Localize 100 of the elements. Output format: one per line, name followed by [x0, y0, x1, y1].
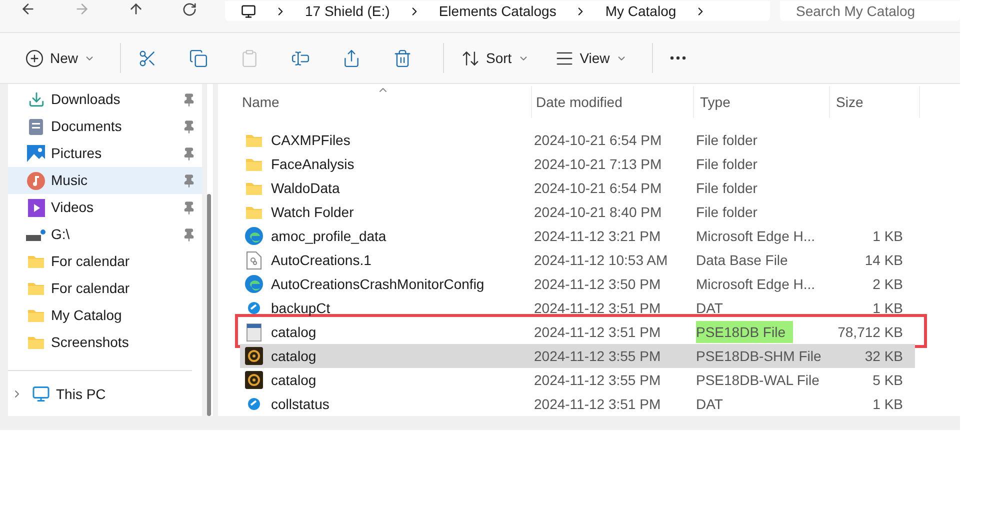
file-row[interactable]: catalog 2024-11-12 3:55 PM PSE18DB-WAL File 5 KB: [240, 368, 915, 392]
file-icon: [245, 322, 263, 342]
date-cell: 2024-11-12 3:55 PM: [534, 372, 661, 388]
date-cell: 2024-11-12 3:21 PM: [534, 228, 661, 244]
sidebar-item[interactable]: For calendar: [8, 248, 202, 275]
breadcrumb-item[interactable]: Elements Catalogs: [438, 0, 556, 22]
file-row[interactable]: backupCt 2024-11-12 3:51 PM DAT 1 KB: [240, 296, 915, 320]
back-icon[interactable]: [20, 1, 36, 17]
file-name: collstatus: [271, 394, 330, 414]
sidebar-item[interactable]: Documents: [8, 113, 202, 140]
file-row[interactable]: AutoCreations.1 2024-11-12 10:53 AM Data Base File 14 KB: [240, 248, 915, 272]
sidebar-item[interactable]: My Catalog: [8, 302, 202, 329]
edge-icon: [245, 275, 263, 293]
view-button[interactable]: View: [546, 41, 636, 75]
video-icon: [28, 198, 44, 216]
plus-circle-icon: [25, 48, 44, 68]
sidebar-item[interactable]: Pictures: [8, 140, 202, 167]
size-cell: 32 KB: [864, 348, 903, 364]
sidebar-item[interactable]: For calendar: [8, 275, 202, 302]
dots-icon: [670, 56, 686, 60]
type-cell-text: Microsoft Edge H...: [696, 226, 816, 246]
file-row[interactable]: AutoCreationsCrashMonitorConfig 2024-11-12 3:50 PM Microsoft Edge H... 2 KB: [240, 272, 915, 296]
type-cell-text: File folder: [696, 202, 758, 222]
file-row[interactable]: catalog 2024-11-12 3:55 PM PSE18DB-SHM File 32 KB: [240, 344, 915, 368]
sidebar-label: Pictures: [51, 144, 103, 163]
clipboard-icon: [240, 48, 260, 68]
file-row[interactable]: Watch Folder 2024-10-21 8:40 PM File folder: [240, 200, 915, 224]
file-name: amoc_profile_data: [271, 226, 386, 246]
sidebar-label: Documents: [51, 117, 123, 136]
sort-button[interactable]: Sort: [452, 41, 538, 75]
file-name: backupCt: [271, 298, 330, 318]
folder-icon: [245, 132, 263, 148]
file-row[interactable]: FaceAnalysis 2024-10-21 7:13 PM File folder: [240, 152, 915, 176]
column-header[interactable]: Date modified: [536, 92, 622, 112]
sidebar-label: Videos: [51, 198, 95, 217]
sidebar-label: My Catalog: [51, 306, 123, 325]
file-row[interactable]: WaldoData 2024-10-21 6:54 PM File folder: [240, 176, 915, 200]
type-cell-text: DAT: [696, 298, 723, 318]
type-cell-text: PSE18DB-SHM File: [696, 346, 822, 366]
sidebar-item[interactable]: Music: [8, 167, 202, 194]
folder-icon: [245, 156, 263, 172]
file-row[interactable]: amoc_profile_data 2024-11-12 3:21 PM Microsoft Edge H... 1 KB: [240, 224, 915, 248]
date-cell: 2024-11-12 3:50 PM: [534, 276, 661, 292]
file-name: catalog: [271, 322, 316, 342]
folder-icon: [245, 180, 263, 196]
sidebar-label: Screenshots: [51, 333, 130, 352]
address-bar[interactable]: 17 Shield (E:) Elements Catalogs My Catalog: [225, 1, 770, 21]
file-name: catalog: [271, 346, 316, 366]
download-icon: [28, 91, 44, 108]
sidebar-item[interactable]: Downloads: [8, 86, 202, 113]
file-name: Watch Folder: [271, 202, 354, 222]
type-cell-text: File folder: [696, 178, 758, 198]
type-cell-text: Microsoft Edge H...: [696, 274, 816, 294]
monitor-icon: [241, 4, 256, 18]
date-cell: 2024-11-12 3:51 PM: [534, 300, 661, 316]
file-name: catalog: [271, 370, 316, 390]
sidebar-label: G:\: [51, 225, 71, 244]
folder-icon: [27, 281, 45, 296]
monitor-icon: [32, 385, 50, 403]
document-icon: [28, 118, 44, 136]
size-cell: 2 KB: [872, 276, 903, 292]
copy-icon: [189, 48, 208, 68]
column-header[interactable]: Type: [700, 92, 730, 112]
sidebar-item[interactable]: G:\: [8, 221, 202, 248]
size-cell: 14 KB: [864, 252, 903, 268]
date-cell: 2024-11-12 10:53 AM: [534, 252, 668, 268]
file-name: AutoCreations.1: [271, 250, 372, 270]
date-cell: 2024-10-21 6:54 PM: [534, 132, 662, 148]
sort-arrows-icon: [461, 48, 480, 68]
document-icon: [246, 250, 262, 270]
date-cell: 2024-11-12 3:55 PM: [534, 348, 661, 364]
search-field[interactable]: Search My Catalog: [780, 1, 960, 21]
sidebar-item[interactable]: Videos: [8, 194, 202, 221]
date-cell: 2024-10-21 8:40 PM: [534, 204, 662, 220]
file-row[interactable]: collstatus 2024-11-12 3:51 PM DAT 1 KB: [240, 392, 915, 416]
file-row[interactable]: CAXMPFiles 2024-10-21 6:54 PM File folder: [240, 128, 915, 152]
sidebar-item[interactable]: Screenshots: [8, 329, 202, 356]
type-cell-text: DAT: [696, 394, 723, 414]
column-header[interactable]: Size: [836, 92, 864, 112]
date-cell: 2024-10-21 7:13 PM: [534, 156, 662, 172]
file-name: FaceAnalysis: [271, 154, 354, 174]
picture-icon: [27, 145, 45, 162]
sidebar-label: This PC: [56, 384, 106, 404]
refresh-icon[interactable]: [182, 2, 197, 16]
size-cell: 78,712 KB: [838, 324, 903, 340]
new-button[interactable]: New: [16, 41, 104, 75]
file-row[interactable]: catalog 2024-11-12 3:51 PM PSE18DB File 78,712 KB: [240, 320, 915, 344]
type-cell-text: File folder: [696, 130, 758, 150]
pencil-badge-icon: [247, 397, 261, 411]
type-cell-text: Data Base File: [696, 250, 788, 270]
scrollbar-thumb[interactable]: [207, 194, 211, 416]
date-cell: 2024-11-12 3:51 PM: [534, 324, 661, 340]
share-icon: [342, 48, 362, 68]
size-cell: 5 KB: [872, 372, 903, 388]
up-icon[interactable]: [128, 1, 144, 17]
column-header[interactable]: Name: [242, 92, 280, 112]
pencil-badge-icon: [247, 301, 261, 315]
breadcrumb-item[interactable]: My Catalog: [605, 0, 676, 22]
breadcrumb-item[interactable]: 17 Shield (E:): [305, 0, 390, 22]
this-pc-item[interactable]: This PC: [8, 375, 202, 413]
